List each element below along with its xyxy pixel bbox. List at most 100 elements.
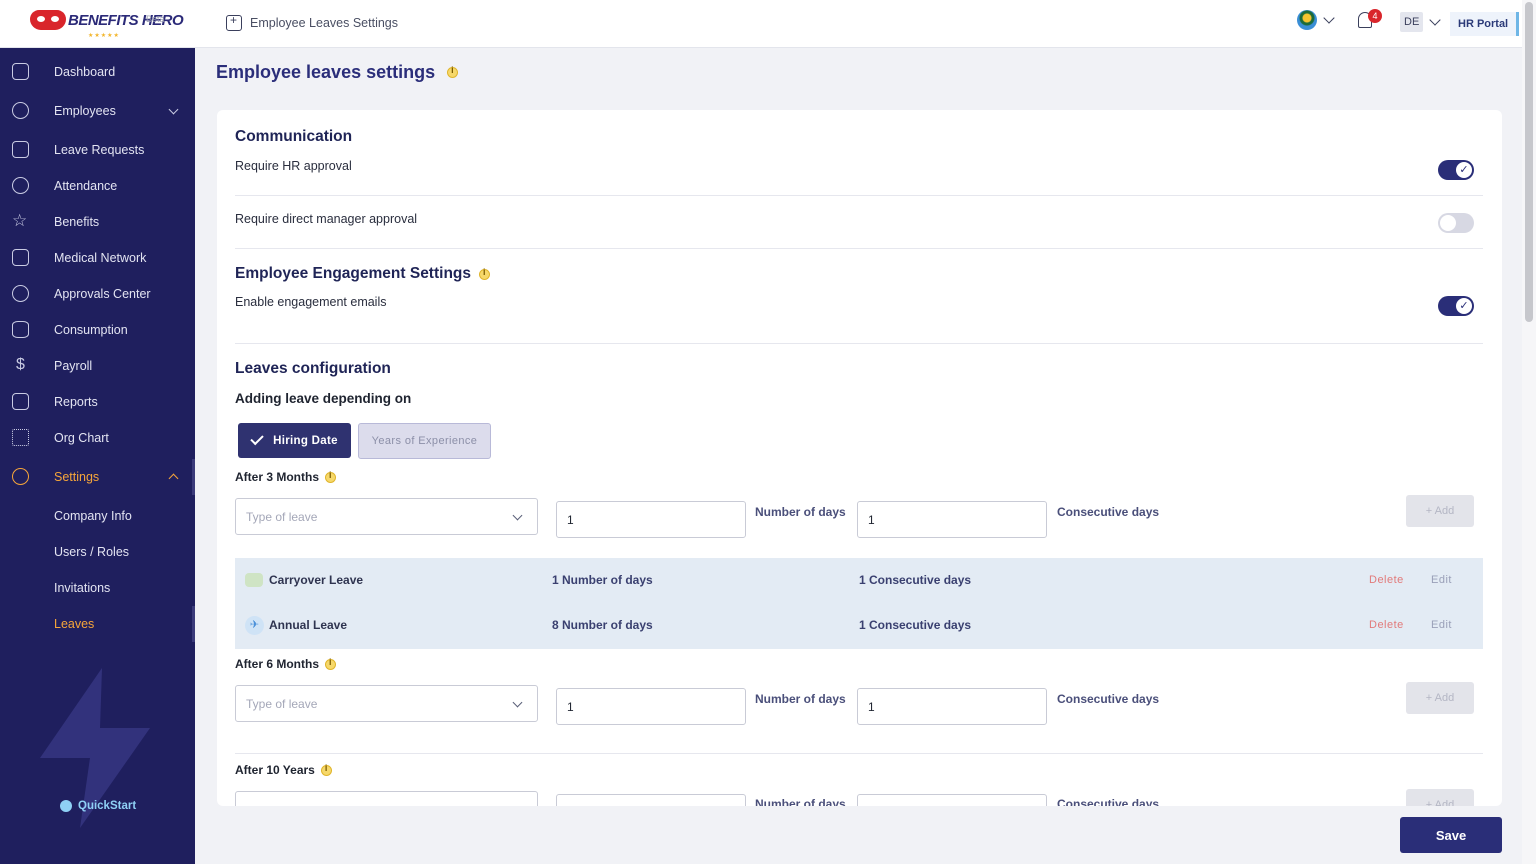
consecutive-days-input[interactable] [857, 794, 1047, 806]
breadcrumb-text: Employee Leaves Settings [250, 16, 399, 30]
sidebar-item-label: Employees [54, 104, 116, 118]
consecutive-days-input[interactable]: 1 [857, 688, 1047, 725]
consecutive-days-label: Consecutive days [1057, 505, 1160, 519]
active-marker [192, 606, 195, 642]
sidebar-item-medical-network[interactable]: Medical Network [0, 240, 195, 276]
info-icon[interactable] [325, 657, 336, 670]
consecutive-days-label: Consecutive days [1057, 692, 1160, 706]
info-icon[interactable] [479, 267, 490, 280]
sidebar-item-settings[interactable]: Settings [0, 459, 195, 495]
leave-type-select[interactable]: Type of leave [235, 498, 538, 535]
period-label: After 6 Months [235, 657, 336, 671]
sidebar-item-employees[interactable]: Employees [0, 93, 195, 129]
communication-title: Communication [235, 128, 353, 145]
period-label: After 10 Years [235, 763, 332, 777]
divider [235, 248, 1483, 249]
engagement-emails-toggle[interactable] [1438, 296, 1474, 316]
sidebar-item-payroll[interactable]: $ Payroll [0, 348, 195, 384]
active-marker [192, 459, 195, 495]
sidebar-subitem-users-roles[interactable]: Users / Roles [54, 545, 129, 559]
leave-icon [226, 13, 242, 31]
number-of-days-label: Number of days [755, 505, 846, 519]
leave-days: 1 Number of days [552, 573, 653, 587]
consecutive-days-label: Consecutive days [1057, 797, 1160, 806]
money-icon [245, 573, 263, 587]
page-title-text: Employee leaves settings [216, 62, 436, 82]
settings-card: Communication Require HR approval Requir… [217, 110, 1502, 806]
leave-list: Carryover Leave 1 Number of days 1 Conse… [235, 558, 1483, 649]
delete-button[interactable]: Delete [1369, 574, 1404, 586]
sidebar-item-label: Settings [54, 470, 100, 484]
add-leave-button[interactable]: + Add [1406, 682, 1474, 714]
sidebar-item-label: Consumption [54, 323, 128, 337]
chevron-down-icon [512, 510, 523, 521]
chart-icon [12, 63, 29, 80]
leave-type-select[interactable]: Type of leave [235, 685, 538, 722]
language-label: DE [1400, 12, 1424, 32]
divider [235, 195, 1483, 196]
list-item: ✈ Annual Leave 8 Number of days 1 Consec… [235, 603, 1483, 648]
breadcrumb: Employee Leaves Settings [226, 13, 399, 31]
period-label-text: After 10 Years [235, 763, 315, 777]
sidebar-subitem-leaves[interactable]: Leaves [54, 617, 94, 631]
sidebar-item-reports[interactable]: Reports [0, 384, 195, 420]
language-selector[interactable]: DE [1400, 12, 1441, 32]
leave-consecutive: 1 Consecutive days [859, 618, 972, 632]
sidebar-subitem-company-info[interactable]: Company Info [54, 509, 132, 523]
info-icon[interactable] [320, 763, 332, 776]
sidebar-subitem-invitations[interactable]: Invitations [54, 581, 110, 595]
number-of-days-input[interactable]: 1 [556, 688, 746, 725]
sidebar-item-benefits[interactable]: ☆ Benefits [0, 204, 195, 240]
sidebar-item-label: Approvals Center [54, 287, 151, 301]
period-label-text: After 6 Months [235, 657, 319, 671]
manager-approval-toggle[interactable] [1438, 213, 1474, 233]
edit-button[interactable]: Edit [1431, 574, 1452, 586]
scrollbar-thumb[interactable] [1525, 2, 1533, 322]
info-icon[interactable] [325, 470, 336, 483]
number-of-days-label: Number of days [755, 797, 846, 806]
info-icon[interactable] [447, 65, 459, 78]
hiring-date-button[interactable]: Hiring Date [238, 423, 351, 458]
add-leave-button[interactable]: + Add [1406, 789, 1474, 806]
sidebar-item-label: Benefits [54, 215, 100, 229]
number-of-days-input[interactable]: 1 [556, 501, 746, 538]
hiring-date-label: Hiring Date [273, 434, 338, 447]
add-leave-button[interactable]: + Add [1406, 495, 1474, 527]
user-icon [12, 102, 29, 119]
sidebar-item-dashboard[interactable]: Dashboard [0, 54, 195, 90]
brand-stars: ★★★★★ [88, 33, 120, 39]
country-selector[interactable] [1297, 10, 1335, 30]
sidebar-item-label: Medical Network [54, 251, 147, 265]
leaves-subtitle: Adding leave depending on [235, 391, 412, 406]
plane-icon: ✈ [245, 616, 264, 635]
save-button[interactable]: Save [1400, 817, 1502, 853]
number-of-days-input[interactable] [556, 794, 746, 806]
quickstart-button[interactable]: QuickStart [60, 800, 136, 812]
edit-button[interactable]: Edit [1431, 619, 1452, 631]
engagement-emails-label: Enable engagement emails [235, 295, 387, 309]
list-item: Carryover Leave 1 Number of days 1 Conse… [235, 558, 1483, 603]
sidebar-item-label: Leave Requests [54, 143, 145, 157]
page-scrollbar[interactable] [1522, 0, 1536, 864]
engagement-title-text: Employee Engagement Settings [235, 265, 471, 282]
leave-icon [12, 141, 29, 158]
sidebar-item-leave-requests[interactable]: Leave Requests [0, 132, 195, 168]
select-placeholder: Type of leave [246, 696, 318, 711]
quickstart-label: QuickStart [78, 800, 137, 812]
leave-name: Annual Leave [269, 618, 348, 632]
years-experience-button[interactable]: Years of Experience [358, 423, 491, 459]
mask-icon [30, 10, 66, 30]
flag-icon [1297, 10, 1317, 30]
hr-portal-button[interactable]: HR Portal [1450, 12, 1520, 36]
sidebar-item-attendance[interactable]: Attendance [0, 168, 195, 204]
sidebar-item-org-chart[interactable]: Org Chart [0, 420, 195, 456]
leave-type-select[interactable] [235, 791, 538, 806]
manager-approval-label: Require direct manager approval [235, 212, 418, 226]
delete-button[interactable]: Delete [1369, 619, 1404, 631]
consecutive-days-input[interactable]: 1 [857, 501, 1047, 538]
sidebar-item-consumption[interactable]: Consumption [0, 312, 195, 348]
sidebar-item-approvals-center[interactable]: Approvals Center [0, 276, 195, 312]
hr-approval-label: Require HR approval [235, 159, 352, 173]
hr-approval-toggle[interactable] [1438, 160, 1474, 180]
sidebar: Dashboard Employees Leave Requests Atten… [0, 48, 195, 864]
